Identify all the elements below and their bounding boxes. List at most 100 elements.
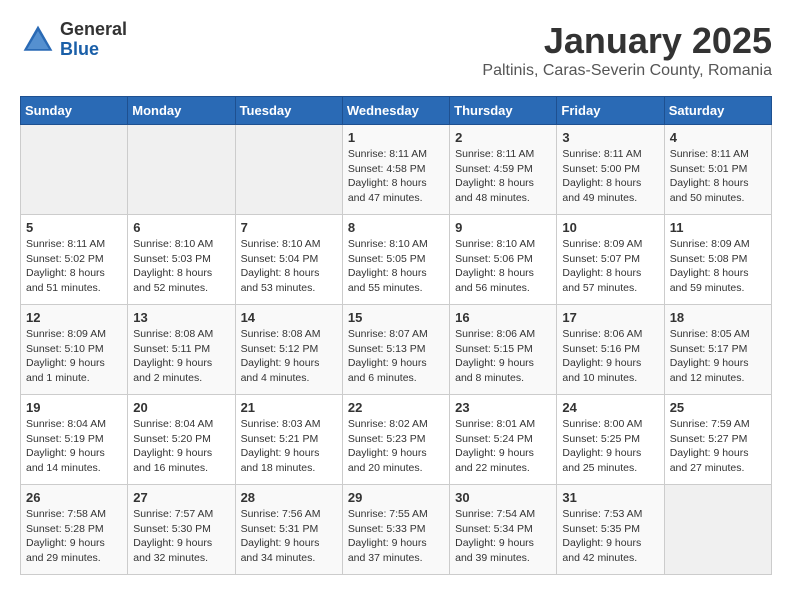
day-info: Sunrise: 8:01 AM Sunset: 5:24 PM Dayligh… [455, 417, 551, 476]
week-row-2: 12 Sunrise: 8:09 AM Sunset: 5:10 PM Dayli… [21, 305, 772, 395]
day-cell: 4Sunrise: 8:11 AM Sunset: 5:01 PM Daylig… [664, 125, 771, 215]
logo-blue: Blue [60, 40, 127, 60]
day-cell: 31Sunrise: 7:53 AM Sunset: 5:35 PM Dayli… [557, 485, 664, 575]
day-cell: 15 Sunrise: 8:07 AM Sunset: 5:13 PM Dayli… [342, 305, 449, 395]
day-number: 15 [348, 310, 444, 325]
day-info: Sunrise: 7:58 AM Sunset: 5:28 PM Dayligh… [26, 507, 122, 566]
weekday-header-wednesday: Wednesday [342, 97, 449, 125]
day-number: 12 [26, 310, 122, 325]
day-info: Sunrise: 7:56 AM Sunset: 5:31 PM Dayligh… [241, 507, 337, 566]
day-cell: 30 Sunrise: 7:54 AM Sunset: 5:34 PM Dayli… [450, 485, 557, 575]
title-block: January 2025 Paltinis, Caras-Severin Cou… [482, 20, 772, 80]
week-row-0: 1 Sunrise: 8:11 AM Sunset: 4:58 PM Daylig… [21, 125, 772, 215]
day-info: Sunrise: 8:04 AM Sunset: 5:19 PM Dayligh… [26, 417, 122, 476]
day-info: Sunrise: 8:05 AM Sunset: 5:17 PM Dayligh… [670, 327, 766, 386]
day-info: Sunrise: 8:11 AM Sunset: 4:59 PM Dayligh… [455, 147, 551, 206]
day-info: Sunrise: 7:59 AM Sunset: 5:27 PM Dayligh… [670, 417, 766, 476]
weekday-row: SundayMondayTuesdayWednesdayThursdayFrid… [21, 97, 772, 125]
calendar-subtitle: Paltinis, Caras-Severin County, Romania [482, 62, 772, 80]
day-number: 31 [562, 490, 658, 505]
day-cell: 22 Sunrise: 8:02 AM Sunset: 5:23 PM Dayli… [342, 395, 449, 485]
day-number: 5 [26, 220, 122, 235]
day-number: 26 [26, 490, 122, 505]
day-info: Sunrise: 8:10 AM Sunset: 5:04 PM Dayligh… [241, 237, 337, 296]
day-number: 28 [241, 490, 337, 505]
day-cell: 16Sunrise: 8:06 AM Sunset: 5:15 PM Dayli… [450, 305, 557, 395]
logo-general: General [60, 20, 127, 40]
week-row-3: 19 Sunrise: 8:04 AM Sunset: 5:19 PM Dayli… [21, 395, 772, 485]
day-info: Sunrise: 8:02 AM Sunset: 5:23 PM Dayligh… [348, 417, 444, 476]
day-cell: 7 Sunrise: 8:10 AM Sunset: 5:04 PM Daylig… [235, 215, 342, 305]
day-cell: 14Sunrise: 8:08 AM Sunset: 5:12 PM Dayli… [235, 305, 342, 395]
day-info: Sunrise: 7:57 AM Sunset: 5:30 PM Dayligh… [133, 507, 229, 566]
day-number: 22 [348, 400, 444, 415]
day-cell: 13Sunrise: 8:08 AM Sunset: 5:11 PM Dayli… [128, 305, 235, 395]
day-info: Sunrise: 8:10 AM Sunset: 5:06 PM Dayligh… [455, 237, 551, 296]
day-number: 3 [562, 130, 658, 145]
day-info: Sunrise: 8:11 AM Sunset: 5:02 PM Dayligh… [26, 237, 122, 296]
day-info: Sunrise: 7:54 AM Sunset: 5:34 PM Dayligh… [455, 507, 551, 566]
weekday-header-monday: Monday [128, 97, 235, 125]
day-cell: 5 Sunrise: 8:11 AM Sunset: 5:02 PM Daylig… [21, 215, 128, 305]
day-number: 30 [455, 490, 551, 505]
day-cell: 21Sunrise: 8:03 AM Sunset: 5:21 PM Dayli… [235, 395, 342, 485]
day-info: Sunrise: 8:08 AM Sunset: 5:12 PM Dayligh… [241, 327, 337, 386]
weekday-header-saturday: Saturday [664, 97, 771, 125]
logo: General Blue [20, 20, 127, 60]
day-cell: 18 Sunrise: 8:05 AM Sunset: 5:17 PM Dayli… [664, 305, 771, 395]
day-cell: 24 Sunrise: 8:00 AM Sunset: 5:25 PM Dayli… [557, 395, 664, 485]
day-number: 4 [670, 130, 766, 145]
day-cell: 28 Sunrise: 7:56 AM Sunset: 5:31 PM Dayli… [235, 485, 342, 575]
day-info: Sunrise: 8:00 AM Sunset: 5:25 PM Dayligh… [562, 417, 658, 476]
day-number: 21 [241, 400, 337, 415]
weekday-header-thursday: Thursday [450, 97, 557, 125]
day-cell [664, 485, 771, 575]
day-cell: 29Sunrise: 7:55 AM Sunset: 5:33 PM Dayli… [342, 485, 449, 575]
day-cell: 9 Sunrise: 8:10 AM Sunset: 5:06 PM Daylig… [450, 215, 557, 305]
calendar-table: SundayMondayTuesdayWednesdayThursdayFrid… [20, 96, 772, 575]
week-row-1: 5 Sunrise: 8:11 AM Sunset: 5:02 PM Daylig… [21, 215, 772, 305]
day-info: Sunrise: 8:08 AM Sunset: 5:11 PM Dayligh… [133, 327, 229, 386]
day-number: 2 [455, 130, 551, 145]
calendar-body: 1 Sunrise: 8:11 AM Sunset: 4:58 PM Daylig… [21, 125, 772, 575]
day-info: Sunrise: 8:09 AM Sunset: 5:07 PM Dayligh… [562, 237, 658, 296]
day-number: 24 [562, 400, 658, 415]
day-number: 11 [670, 220, 766, 235]
day-number: 9 [455, 220, 551, 235]
day-cell: 17 Sunrise: 8:06 AM Sunset: 5:16 PM Dayli… [557, 305, 664, 395]
day-cell: 25Sunrise: 7:59 AM Sunset: 5:27 PM Dayli… [664, 395, 771, 485]
day-number: 7 [241, 220, 337, 235]
day-number: 19 [26, 400, 122, 415]
day-info: Sunrise: 8:06 AM Sunset: 5:15 PM Dayligh… [455, 327, 551, 386]
calendar-header: SundayMondayTuesdayWednesdayThursdayFrid… [21, 97, 772, 125]
week-row-4: 26 Sunrise: 7:58 AM Sunset: 5:28 PM Dayli… [21, 485, 772, 575]
day-info: Sunrise: 8:09 AM Sunset: 5:10 PM Dayligh… [26, 327, 122, 386]
day-info: Sunrise: 8:10 AM Sunset: 5:05 PM Dayligh… [348, 237, 444, 296]
day-cell: 8Sunrise: 8:10 AM Sunset: 5:05 PM Daylig… [342, 215, 449, 305]
day-cell [235, 125, 342, 215]
day-info: Sunrise: 8:04 AM Sunset: 5:20 PM Dayligh… [133, 417, 229, 476]
day-cell [128, 125, 235, 215]
day-number: 6 [133, 220, 229, 235]
logo-text: General Blue [60, 20, 127, 60]
logo-icon [20, 22, 56, 58]
day-number: 20 [133, 400, 229, 415]
day-cell: 27 Sunrise: 7:57 AM Sunset: 5:30 PM Dayli… [128, 485, 235, 575]
day-cell: 1 Sunrise: 8:11 AM Sunset: 4:58 PM Daylig… [342, 125, 449, 215]
day-number: 27 [133, 490, 229, 505]
day-number: 1 [348, 130, 444, 145]
day-cell: 3Sunrise: 8:11 AM Sunset: 5:00 PM Daylig… [557, 125, 664, 215]
day-cell: 19 Sunrise: 8:04 AM Sunset: 5:19 PM Dayli… [21, 395, 128, 485]
day-info: Sunrise: 8:10 AM Sunset: 5:03 PM Dayligh… [133, 237, 229, 296]
day-cell: 20 Sunrise: 8:04 AM Sunset: 5:20 PM Dayli… [128, 395, 235, 485]
day-cell: 2 Sunrise: 8:11 AM Sunset: 4:59 PM Daylig… [450, 125, 557, 215]
day-number: 17 [562, 310, 658, 325]
day-number: 18 [670, 310, 766, 325]
day-cell: 26 Sunrise: 7:58 AM Sunset: 5:28 PM Dayli… [21, 485, 128, 575]
day-info: Sunrise: 8:06 AM Sunset: 5:16 PM Dayligh… [562, 327, 658, 386]
calendar-title: January 2025 [482, 20, 772, 62]
day-info: Sunrise: 8:11 AM Sunset: 4:58 PM Dayligh… [348, 147, 444, 206]
day-info: Sunrise: 8:07 AM Sunset: 5:13 PM Dayligh… [348, 327, 444, 386]
day-cell: 10Sunrise: 8:09 AM Sunset: 5:07 PM Dayli… [557, 215, 664, 305]
day-info: Sunrise: 8:09 AM Sunset: 5:08 PM Dayligh… [670, 237, 766, 296]
